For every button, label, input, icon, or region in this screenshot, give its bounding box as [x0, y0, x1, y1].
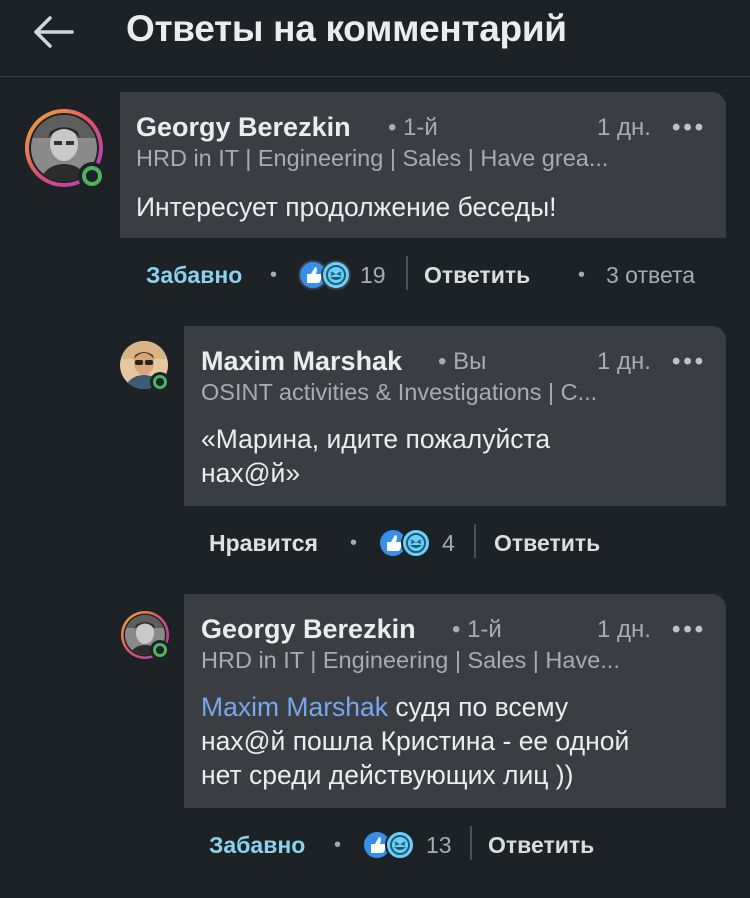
separator-dot: •: [270, 264, 278, 286]
divider: [470, 826, 472, 860]
online-status-icon: [150, 640, 170, 660]
author-headline: HRD in IT | Engineering | Sales | Have..…: [201, 647, 620, 673]
reactions-summary-icon[interactable]: [378, 526, 438, 560]
comment-text: Интересует продолжение беседы!: [136, 192, 557, 222]
connection-degree: • 1-й: [388, 114, 438, 141]
separator-dot: •: [334, 834, 342, 856]
timestamp: 1 дн.: [597, 348, 651, 375]
page-title: Ответы на комментарий: [126, 8, 567, 49]
author-name[interactable]: Georgy Berezkin: [136, 112, 351, 143]
connection-degree: • 1-й: [452, 616, 502, 643]
comment-bubble: Maxim Marshak • Вы 1 дн. ••• OSINT activ…: [184, 326, 726, 506]
more-options-icon[interactable]: •••: [672, 114, 706, 142]
reactions-summary-icon[interactable]: [298, 258, 358, 292]
more-options-icon[interactable]: •••: [672, 616, 706, 644]
timestamp: 1 дн.: [597, 616, 651, 643]
reaction-count[interactable]: 19: [360, 262, 386, 289]
separator-dot: •: [578, 264, 586, 286]
reply-button[interactable]: Ответить: [424, 262, 530, 289]
reactions-summary-icon[interactable]: [362, 828, 422, 862]
divider: [406, 256, 408, 290]
author-headline: OSINT activities & Investigations | C...: [201, 379, 598, 405]
comment-bubble: Georgy Berezkin • 1-й 1 дн. ••• HRD in I…: [120, 92, 726, 238]
reaction-button[interactable]: Забавно: [209, 832, 305, 859]
online-status-icon: [150, 372, 170, 392]
divider: [474, 524, 476, 558]
comment-actions: Нравится • 4 Ответить: [184, 524, 726, 560]
comment-bubble: Georgy Berezkin • 1-й 1 дн. ••• HRD in I…: [184, 594, 726, 808]
comment-text-fragment: судя по всему: [388, 692, 569, 722]
more-options-icon[interactable]: •••: [672, 348, 706, 376]
comment-text: «Марина, идите пожалуйста нах@й»: [201, 422, 550, 490]
reaction-count[interactable]: 4: [442, 530, 455, 557]
comment-text-line: нах@й пошла Кристина - ее одной: [201, 726, 630, 756]
reply-button[interactable]: Ответить: [488, 832, 594, 859]
author-name[interactable]: Georgy Berezkin: [201, 614, 416, 645]
reaction-count[interactable]: 13: [426, 832, 452, 859]
replies-count[interactable]: 3 ответа: [606, 262, 695, 289]
online-status-icon: [78, 162, 106, 190]
reaction-button[interactable]: Забавно: [146, 262, 242, 289]
comment-text-line: нет среди действующих лиц )): [201, 760, 574, 790]
connection-degree: • Вы: [438, 348, 487, 375]
comment-text-line: «Марина, идите пожалуйста: [201, 424, 551, 454]
mention-link[interactable]: Maxim Marshak: [201, 692, 388, 722]
comment-text: Maxim Marshak судя по всему нах@й пошла …: [201, 690, 629, 792]
comment-actions: Забавно • 19 Ответить • 3 ответа: [120, 256, 726, 292]
timestamp: 1 дн.: [597, 114, 651, 141]
author-headline: HRD in IT | Engineering | Sales | Have g…: [136, 145, 609, 171]
separator-dot: •: [350, 532, 358, 554]
reply-button[interactable]: Ответить: [494, 530, 600, 557]
comment-actions: Забавно • 13 Ответить: [184, 826, 726, 862]
reaction-button[interactable]: Нравится: [209, 530, 318, 557]
author-name[interactable]: Maxim Marshak: [201, 346, 402, 377]
back-arrow-icon[interactable]: [28, 12, 84, 52]
top-bar: Ответы на комментарий: [0, 0, 750, 77]
comment-text-line: нах@й»: [201, 458, 301, 488]
comment-text-line: Maxim Marshak судя по всему: [201, 690, 629, 724]
